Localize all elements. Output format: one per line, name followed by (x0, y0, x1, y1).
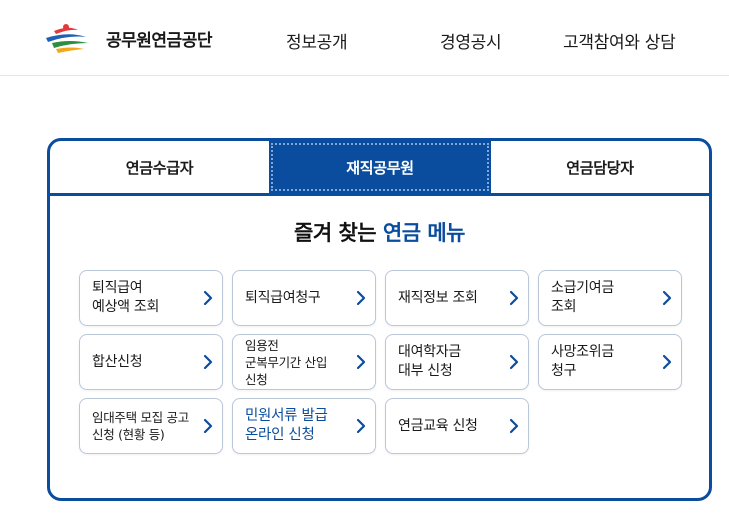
chevron-right-icon (356, 354, 366, 370)
menu-retroactive-contribution[interactable]: 소급기여금 조회 (538, 270, 682, 326)
menu-combined-application[interactable]: 합산신청 (79, 334, 223, 390)
section-title: 즐겨 찾는 연금 메뉴 (50, 217, 709, 247)
tab-pension-manager[interactable]: 연금담당자 (491, 141, 709, 193)
chevron-right-icon (662, 290, 672, 306)
menu-label: 합산신청 (92, 353, 143, 370)
chevron-right-icon (509, 354, 519, 370)
menu-military-service-inclusion[interactable]: 임용전 군복무기간 산입 신청 (232, 334, 376, 390)
nav-customer-participation[interactable]: 고객참여와 상담 (563, 28, 676, 53)
menu-online-document-issuance[interactable]: 민원서류 발급 온라인 신청 (232, 398, 376, 454)
section-title-prefix: 즐겨 찾는 (294, 221, 383, 245)
tab-pensioner[interactable]: 연금수급자 (50, 141, 269, 193)
user-type-tabs: 연금수급자 재직공무원 연금담당자 (50, 141, 709, 196)
menu-rental-housing[interactable]: 임대주택 모집 공고 신청 (현황 등) (79, 398, 223, 454)
menu-tuition-loan[interactable]: 대여학자금 대부 신청 (385, 334, 529, 390)
chevron-right-icon (509, 290, 519, 306)
chevron-right-icon (509, 418, 519, 434)
chevron-right-icon (203, 418, 213, 434)
section-title-accent: 연금 메뉴 (382, 221, 466, 245)
pension-menu-panel: 연금수급자 재직공무원 연금담당자 즐겨 찾는 연금 메뉴 퇴직급여 예상액 조… (47, 138, 712, 501)
menu-label: 민원서류 발급 온라인 신청 (245, 408, 328, 443)
menu-employment-info[interactable]: 재직정보 조회 (385, 270, 529, 326)
chevron-right-icon (203, 354, 213, 370)
menu-label: 연금교육 신청 (398, 417, 478, 434)
nav-management-disclosure[interactable]: 경영공시 (440, 28, 502, 53)
tab-active-official[interactable]: 재직공무원 (269, 141, 491, 193)
chevron-right-icon (356, 290, 366, 306)
nav-info-disclosure[interactable]: 정보공개 (286, 28, 348, 53)
menu-condolence-claim[interactable]: 사망조위금 청구 (538, 334, 682, 390)
menu-label: 소급기여금 조회 (551, 280, 614, 315)
menu-label: 대여학자금 대부 신청 (398, 344, 461, 379)
menu-retirement-benefit-estimate[interactable]: 퇴직급여 예상액 조회 (79, 270, 223, 326)
menu-label: 임용전 군복무기간 산입 신청 (245, 337, 328, 387)
menu-label: 재직정보 조회 (398, 289, 478, 306)
chevron-right-icon (356, 418, 366, 434)
menu-label: 퇴직급여청구 (245, 289, 321, 306)
menu-retirement-benefit-claim[interactable]: 퇴직급여청구 (232, 270, 376, 326)
logo-text: 공무원연금공단 (106, 30, 212, 51)
chevron-right-icon (662, 354, 672, 370)
chevron-right-icon (203, 290, 213, 306)
menu-label: 사망조위금 청구 (551, 344, 614, 379)
menu-label: 임대주택 모집 공고 신청 (현황 등) (92, 410, 189, 442)
logo-emblem-icon (46, 24, 88, 53)
menu-label: 퇴직급여 예상액 조회 (92, 280, 160, 315)
site-logo[interactable]: 공무원연금공단 (44, 18, 212, 58)
site-header: 공무원연금공단 정보공개 경영공시 고객참여와 상담 (0, 0, 729, 76)
menu-pension-education[interactable]: 연금교육 신청 (385, 398, 529, 454)
